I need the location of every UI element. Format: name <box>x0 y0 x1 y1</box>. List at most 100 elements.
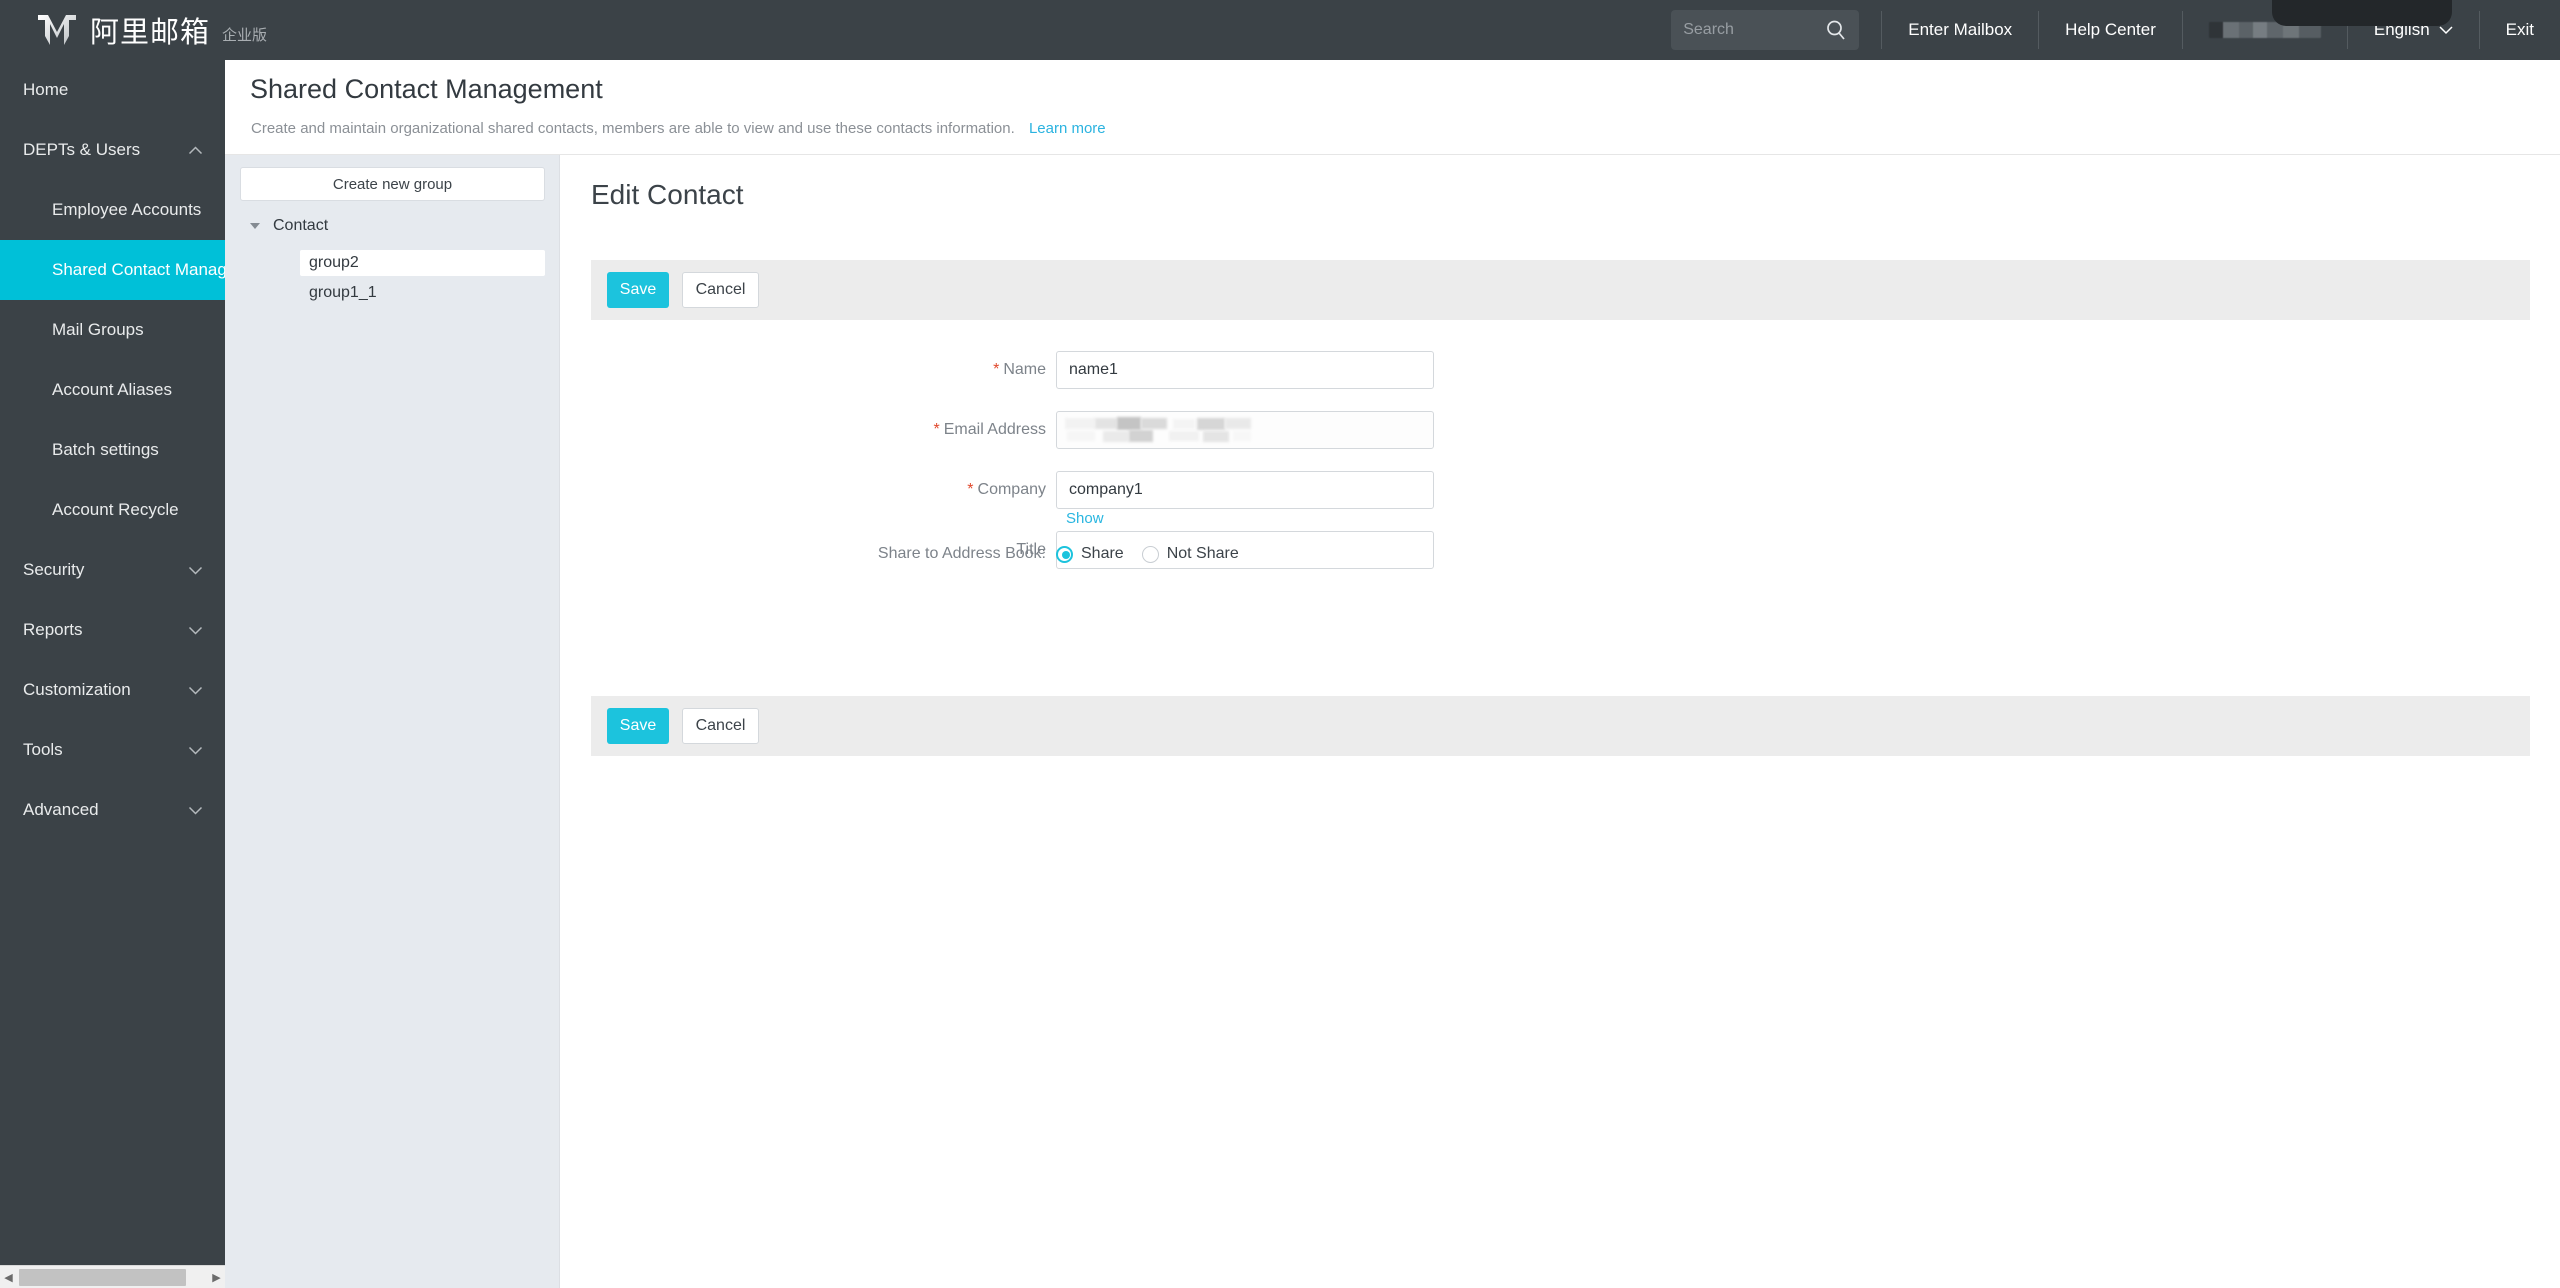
sidebar-item-customization[interactable]: Customization <box>0 660 225 720</box>
triangle-down-icon[interactable] <box>250 223 260 229</box>
chevron-down-icon[interactable] <box>188 740 203 760</box>
redaction-block <box>1067 431 1095 441</box>
form-row-email-address: * Email Address <box>561 400 2500 460</box>
search-box[interactable] <box>1671 10 1860 50</box>
left-sidebar: Home DEPTs & Users Employee Accounts Shared… <box>0 60 225 1288</box>
field-label-text: Company <box>977 481 1046 498</box>
redaction-block <box>1173 419 1195 429</box>
tree-item-label: group2 <box>309 254 359 271</box>
form-row-name: * Name <box>561 340 2500 400</box>
share-to-address-book-row: Share to Address Book: Share Not Share <box>561 545 1257 563</box>
email-address-field-redacted[interactable] <box>1056 411 1434 449</box>
show-more-fields-link[interactable]: Show <box>1066 510 1104 527</box>
field-label-name: * Name <box>561 361 1056 379</box>
radio-share[interactable]: Share <box>1056 545 1124 563</box>
main-content: Edit Contact Save Cancel *Name*Email Add… <box>561 155 2560 1288</box>
redaction-block <box>1169 431 1199 441</box>
brand-subtitle: 企业版 <box>222 25 268 44</box>
sidebar-item-account-aliases[interactable]: Account Aliases <box>0 360 225 420</box>
sidebar-item-security[interactable]: Security <box>0 540 225 600</box>
toolbar-bottom: Save Cancel <box>591 696 2530 756</box>
field-label-text: Name <box>1003 361 1046 378</box>
exit-link[interactable]: Exit <box>2478 11 2560 49</box>
scrollbar-thumb[interactable] <box>19 1268 186 1286</box>
redaction-block <box>1233 431 1251 441</box>
cancel-button-top[interactable]: Cancel <box>682 272 759 308</box>
top-header-bar: 阿里邮箱 企业版 Enter Mailbox Help Center Engli… <box>0 0 2560 60</box>
radio-button-icon[interactable] <box>1141 545 1159 563</box>
sidebar-item-shared-contact-management[interactable]: Shared Contact Management <box>0 240 225 300</box>
tree-root-label: Contact <box>273 217 329 234</box>
field-label-company: * Company <box>561 481 1056 499</box>
sidebar-item-tools[interactable]: Tools <box>0 720 225 780</box>
radio-label: Not Share <box>1166 545 1239 562</box>
sidebar-item-label: Shared Contact Management <box>52 260 225 279</box>
page-description: Create and maintain organizational share… <box>251 120 1015 137</box>
radio-not-share[interactable]: Not Share <box>1141 545 1239 563</box>
page-header: Shared Contact Management Create and mai… <box>225 60 2560 155</box>
search-input[interactable] <box>1671 20 1812 40</box>
redaction-block <box>1225 418 1251 429</box>
chevron-down-icon[interactable] <box>188 560 203 580</box>
company-input[interactable] <box>1056 471 1434 509</box>
sidebar-item-depts-users[interactable]: DEPTs & Users <box>0 120 225 180</box>
sidebar-item-label: Batch settings <box>52 440 159 459</box>
redaction-block <box>1129 430 1153 442</box>
radio-button-icon[interactable] <box>1056 545 1073 563</box>
chevron-down-icon[interactable] <box>188 620 203 640</box>
enter-mailbox-link[interactable]: Enter Mailbox <box>1881 11 2038 49</box>
sidebar-item-reports[interactable]: Reports <box>0 600 225 660</box>
sidebar-nav-list: Home DEPTs & Users Employee Accounts Shared… <box>0 60 225 840</box>
learn-more-link[interactable]: Learn more <box>1029 120 1106 137</box>
redaction-block <box>1197 418 1225 430</box>
share-to-address-book-label: Share to Address Book: <box>877 545 1046 562</box>
sidebar-item-label: Reports <box>23 620 83 639</box>
sidebar-item-batch-settings[interactable]: Batch settings <box>0 420 225 480</box>
required-asterisk-icon: * <box>933 421 940 438</box>
redaction-block <box>1095 418 1117 429</box>
help-center-link[interactable]: Help Center <box>2038 11 2182 49</box>
radio-label: Share <box>1081 545 1124 562</box>
sidebar-item-label: DEPTs & Users <box>23 140 141 159</box>
sidebar-item-employee-accounts[interactable]: Employee Accounts <box>0 180 225 240</box>
tree-item-label: group1_1 <box>309 284 377 301</box>
brand-logo[interactable]: 阿里邮箱 企业版 <box>36 9 267 51</box>
sidebar-item-home[interactable]: Home <box>0 60 225 120</box>
search-icon[interactable] <box>1825 19 1847 46</box>
toolbar-top: Save Cancel <box>591 260 2530 320</box>
cancel-button-bottom[interactable]: Cancel <box>682 708 759 744</box>
field-label-text: Email Address <box>943 421 1046 438</box>
page-title: Shared Contact Management <box>250 74 603 104</box>
tree-item-group1_1[interactable]: group1_1 <box>300 280 545 306</box>
create-new-group-button[interactable]: Create new group <box>240 167 545 201</box>
group-tree-panel: Create new group Contact group2 group1_1 <box>225 155 560 1288</box>
chevron-down-icon[interactable] <box>188 800 203 820</box>
required-asterisk-icon: * <box>967 481 974 498</box>
tree-item-group2[interactable]: group2 <box>300 250 545 276</box>
sidebar-item-label: Employee Accounts <box>52 200 202 219</box>
required-asterisk-icon: * <box>993 361 1000 378</box>
chevron-up-icon[interactable] <box>188 140 203 160</box>
sidebar-horizontal-scrollbar[interactable]: ◀ ▶ <box>0 1265 225 1288</box>
sidebar-item-label: Mail Groups <box>52 320 144 339</box>
scroll-right-arrow-icon[interactable]: ▶ <box>208 1271 225 1284</box>
field-label-email-address: * Email Address <box>561 421 1056 439</box>
sidebar-item-mail-groups[interactable]: Mail Groups <box>0 300 225 360</box>
sidebar-item-advanced[interactable]: Advanced <box>0 780 225 840</box>
contact-form: *Name*Email Address*CompanyTitle <box>561 340 2500 580</box>
chevron-down-icon[interactable] <box>188 680 203 700</box>
header-dark-overlay <box>2272 0 2452 26</box>
redaction-block <box>1203 431 1229 442</box>
redaction-block <box>1141 418 1167 429</box>
m-logo-icon <box>36 12 78 48</box>
sidebar-item-label: Customization <box>23 680 131 699</box>
share-radio-group: Share Not Share <box>1056 545 1257 563</box>
save-button-bottom[interactable]: Save <box>607 708 669 744</box>
sidebar-item-label: Account Aliases <box>52 380 173 399</box>
tree-root-contact[interactable]: Contact <box>240 217 328 235</box>
save-button-top[interactable]: Save <box>607 272 669 308</box>
scroll-left-arrow-icon[interactable]: ◀ <box>0 1271 17 1284</box>
sidebar-item-account-recycle[interactable]: Account Recycle <box>0 480 225 540</box>
name-input[interactable] <box>1056 351 1434 389</box>
scrollbar-track[interactable] <box>17 1265 208 1288</box>
